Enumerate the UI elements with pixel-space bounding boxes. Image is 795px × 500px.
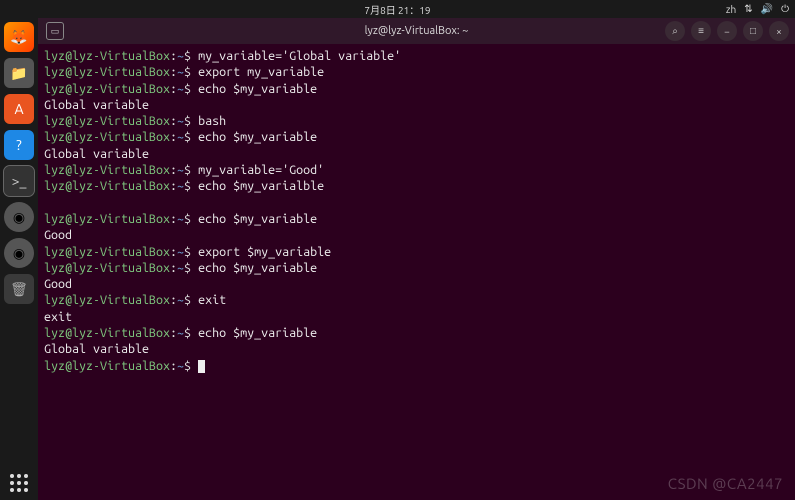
maximize-button[interactable]: □ xyxy=(743,21,763,41)
window-title: lyz@lyz-VirtualBox: ~ xyxy=(365,25,469,37)
watermark: CSDN @CA2447 xyxy=(668,475,783,492)
files-icon[interactable]: 📁 xyxy=(4,58,34,88)
terminal-line: lyz@lyz-VirtualBox:~$ bash xyxy=(44,113,789,129)
volume-icon[interactable]: 🔊 xyxy=(761,3,773,15)
terminal-line: lyz@lyz-VirtualBox:~$ export my_variable xyxy=(44,64,789,80)
cursor xyxy=(198,360,205,373)
menu-button[interactable]: ≡ xyxy=(691,21,711,41)
terminal-line: lyz@lyz-VirtualBox:~$ my_variable='Globa… xyxy=(44,48,789,64)
terminal-window: ▭ lyz@lyz-VirtualBox: ~ ⌕ ≡ − □ × lyz@ly… xyxy=(38,18,795,500)
clock: 7月8日 21：19 xyxy=(364,2,430,17)
system-topbar: 7月8日 21：19 zh ⇅ 🔊 ⏻ xyxy=(0,0,795,18)
terminal-line: lyz@lyz-VirtualBox:~$ export $my_variabl… xyxy=(44,244,789,260)
terminal-line: Global variable xyxy=(44,97,789,113)
terminal-line: lyz@lyz-VirtualBox:~$ echo $my_variable xyxy=(44,129,789,145)
launcher-dock: 🦊 📁 A ? >_ ◉ ◉ 🗑 xyxy=(0,18,38,500)
disc2-icon[interactable]: ◉ xyxy=(4,238,34,268)
system-tray[interactable]: zh ⇅ 🔊 ⏻ xyxy=(726,3,789,15)
terminal-line: lyz@lyz-VirtualBox:~$ echo $my_variable xyxy=(44,260,789,276)
terminal-line: Global variable xyxy=(44,146,789,162)
terminal-line: exit xyxy=(44,309,789,325)
network-icon[interactable]: ⇅ xyxy=(744,3,752,15)
terminal-line: lyz@lyz-VirtualBox:~$ my_variable='Good' xyxy=(44,162,789,178)
minimize-button[interactable]: − xyxy=(717,21,737,41)
software-icon[interactable]: A xyxy=(4,94,34,124)
window-titlebar: ▭ lyz@lyz-VirtualBox: ~ ⌕ ≡ − □ × xyxy=(38,18,795,44)
terminal-line: lyz@lyz-VirtualBox:~$ xyxy=(44,358,789,374)
terminal-line: Global variable xyxy=(44,341,789,357)
disc-icon[interactable]: ◉ xyxy=(4,202,34,232)
input-lang[interactable]: zh xyxy=(726,4,736,15)
terminal-body[interactable]: lyz@lyz-VirtualBox:~$ my_variable='Globa… xyxy=(38,44,795,500)
firefox-icon[interactable]: 🦊 xyxy=(4,22,34,52)
terminal-line: lyz@lyz-VirtualBox:~$ echo $my_variable xyxy=(44,325,789,341)
terminal-line: Good xyxy=(44,276,789,292)
terminal-line: Good xyxy=(44,227,789,243)
terminal-line xyxy=(44,195,789,211)
trash-icon[interactable]: 🗑 xyxy=(4,274,34,304)
show-apps-icon[interactable] xyxy=(10,474,28,492)
terminal-line: lyz@lyz-VirtualBox:~$ echo $my_varialble xyxy=(44,178,789,194)
terminal-line: lyz@lyz-VirtualBox:~$ echo $my_variable xyxy=(44,211,789,227)
new-tab-button[interactable]: ▭ xyxy=(46,22,64,40)
terminal-line: lyz@lyz-VirtualBox:~$ echo $my_variable xyxy=(44,81,789,97)
close-button[interactable]: × xyxy=(769,21,789,41)
help-icon[interactable]: ? xyxy=(4,130,34,160)
terminal-line: lyz@lyz-VirtualBox:~$ exit xyxy=(44,292,789,308)
power-icon[interactable]: ⏻ xyxy=(781,3,789,15)
terminal-icon[interactable]: >_ xyxy=(4,166,34,196)
search-button[interactable]: ⌕ xyxy=(665,21,685,41)
